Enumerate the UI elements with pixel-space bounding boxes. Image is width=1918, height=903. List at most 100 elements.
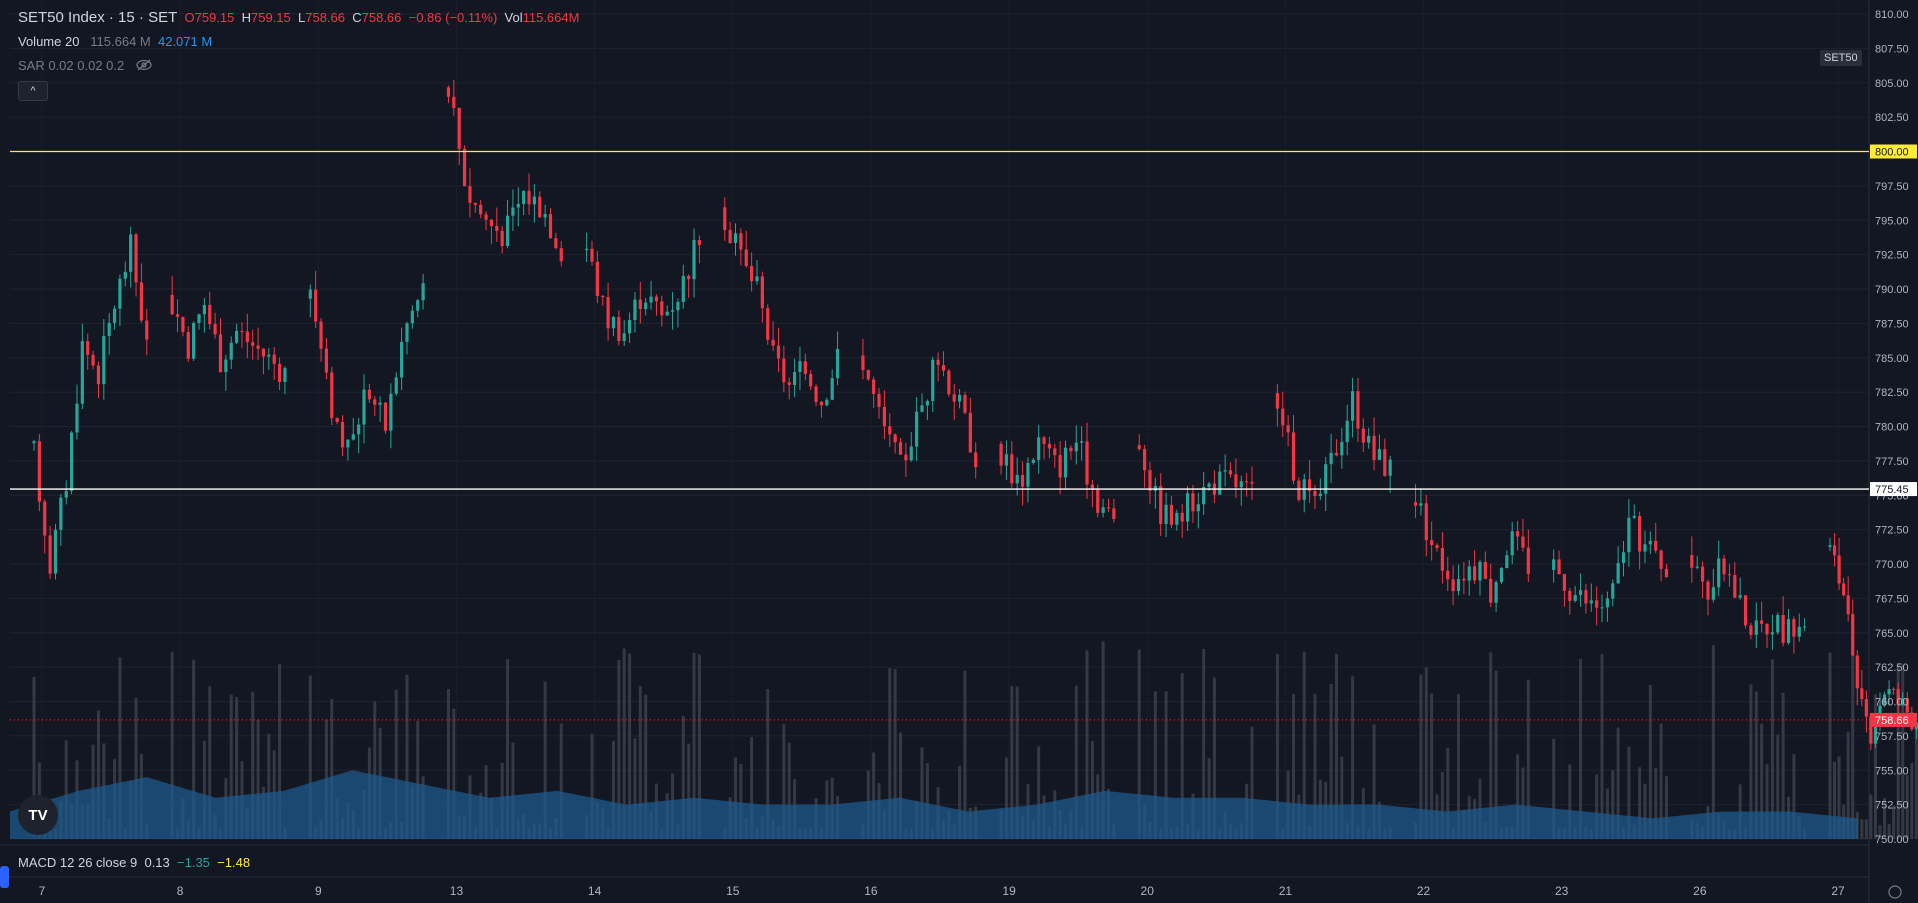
candle-body: [43, 501, 47, 536]
candle-body: [1770, 632, 1775, 635]
candle-body: [792, 372, 797, 385]
candle-body: [1096, 489, 1100, 513]
candle-body: [505, 215, 510, 247]
low-value: 758.66: [305, 10, 345, 25]
price-tick-label: 762.50: [1875, 662, 1909, 674]
time-tick-label: 19: [1002, 884, 1016, 898]
volume-bar: [1828, 652, 1832, 839]
candle-body: [1776, 614, 1780, 633]
eye-hidden-icon[interactable]: [136, 59, 152, 74]
collapse-legend-button[interactable]: ^: [18, 81, 48, 101]
candle-body: [1228, 470, 1233, 475]
candle-body: [638, 299, 642, 310]
candle-body: [941, 364, 946, 371]
macd-legend[interactable]: MACD 12 26 close 9 0.13 −1.35 −1.48: [18, 855, 250, 870]
candle-body: [1037, 437, 1041, 460]
high-value: 759.15: [251, 10, 291, 25]
macd-value-3: −1.48: [217, 855, 251, 870]
candle-body: [1143, 449, 1147, 471]
price-tick-label: 797.50: [1875, 181, 1909, 193]
candle-body: [1690, 555, 1694, 568]
candle-body: [585, 248, 589, 251]
candle-body: [75, 403, 79, 433]
time-tick-label: 23: [1555, 884, 1569, 898]
chart-canvas[interactable]: 810.00 807.50 805.00 802.50 800.00 797.50 795.…: [0, 0, 1918, 903]
candle-body: [462, 148, 467, 187]
candle-body: [91, 354, 95, 366]
candle-body: [308, 289, 312, 299]
time-tick-label: 27: [1831, 884, 1845, 898]
candle-body: [1765, 623, 1769, 635]
candle-body: [1456, 578, 1461, 592]
candle-body: [825, 399, 829, 406]
candle-body: [267, 354, 271, 357]
candle-body: [1595, 600, 1599, 608]
candle-body: [245, 331, 249, 343]
time-tick-label: 20: [1141, 884, 1155, 898]
volume-bar: [1910, 763, 1914, 839]
volume-bar: [1711, 645, 1715, 839]
candle-body: [1499, 568, 1504, 583]
candle-body: [1483, 561, 1487, 579]
candle-body: [389, 393, 393, 431]
candle-body: [1329, 452, 1333, 465]
symbol-tag: SET50: [1820, 50, 1862, 66]
price-line-label: 800.00: [1875, 147, 1909, 159]
price-tick-label: 777.50: [1875, 456, 1909, 468]
candle-body: [261, 348, 266, 357]
candle-body: [1010, 454, 1014, 484]
candle-body: [346, 439, 350, 448]
price-tick-label: 802.50: [1875, 112, 1909, 124]
candle-body: [1611, 583, 1615, 599]
tradingview-logo[interactable]: TV: [18, 795, 58, 835]
candle-body: [538, 196, 542, 218]
candle-body: [554, 238, 558, 249]
candle-body: [1521, 536, 1525, 548]
candle-body: [687, 275, 691, 280]
candle-body: [1234, 474, 1238, 488]
candle-body: [622, 333, 626, 341]
candle-body: [1015, 474, 1019, 484]
candle-body: [1664, 568, 1669, 578]
price-tick-label: 795.00: [1875, 215, 1909, 227]
candle-body: [559, 248, 563, 262]
symbol-name[interactable]: SET50 Index · 15 · SET: [18, 9, 177, 26]
candle-body: [1711, 587, 1715, 600]
candle-body: [251, 342, 255, 346]
candle-body: [1053, 448, 1057, 456]
candle-body: [1643, 544, 1647, 552]
candle-body: [606, 297, 610, 329]
vol-label: Vol: [504, 10, 523, 25]
candle-body: [324, 348, 329, 373]
candle-body: [644, 302, 648, 310]
candle-body: [819, 401, 824, 406]
candle-body: [1106, 507, 1111, 509]
candle-body: [835, 348, 840, 379]
candle-body: [1700, 566, 1705, 582]
candle-body: [1887, 688, 1891, 695]
candle-body: [118, 278, 122, 309]
candle-body: [367, 389, 371, 400]
volume-bar: [1648, 684, 1652, 839]
sar-legend[interactable]: SAR 0.02 0.02 0.2: [18, 58, 152, 74]
candle-body: [1722, 558, 1726, 575]
candle-body: [681, 275, 685, 303]
candle-body: [1494, 582, 1498, 603]
candle-body: [1846, 595, 1850, 615]
candle-body: [1031, 459, 1035, 463]
candle-body: [400, 341, 404, 378]
candle-body: [1515, 531, 1520, 537]
volume-legend[interactable]: Volume 20 115.664 M 42.071 M: [18, 34, 212, 49]
candle-body: [69, 432, 74, 491]
candle-body: [654, 296, 659, 302]
time-tick-label: 7: [39, 884, 46, 898]
volume-bar: [1864, 819, 1868, 839]
candle-body: [457, 108, 461, 149]
candle-body: [1446, 570, 1450, 580]
candle-body: [771, 339, 775, 346]
chart-area[interactable]: 810.00 807.50 805.00 802.50 800.00 797.50 795.…: [0, 0, 1918, 903]
candle-body: [416, 300, 420, 311]
candle-body: [1557, 559, 1561, 575]
price-tick-label: 805.00: [1875, 78, 1909, 90]
symbol-legend: SET50 Index · 15 · SET O759.15 H759.15 L…: [18, 9, 579, 26]
